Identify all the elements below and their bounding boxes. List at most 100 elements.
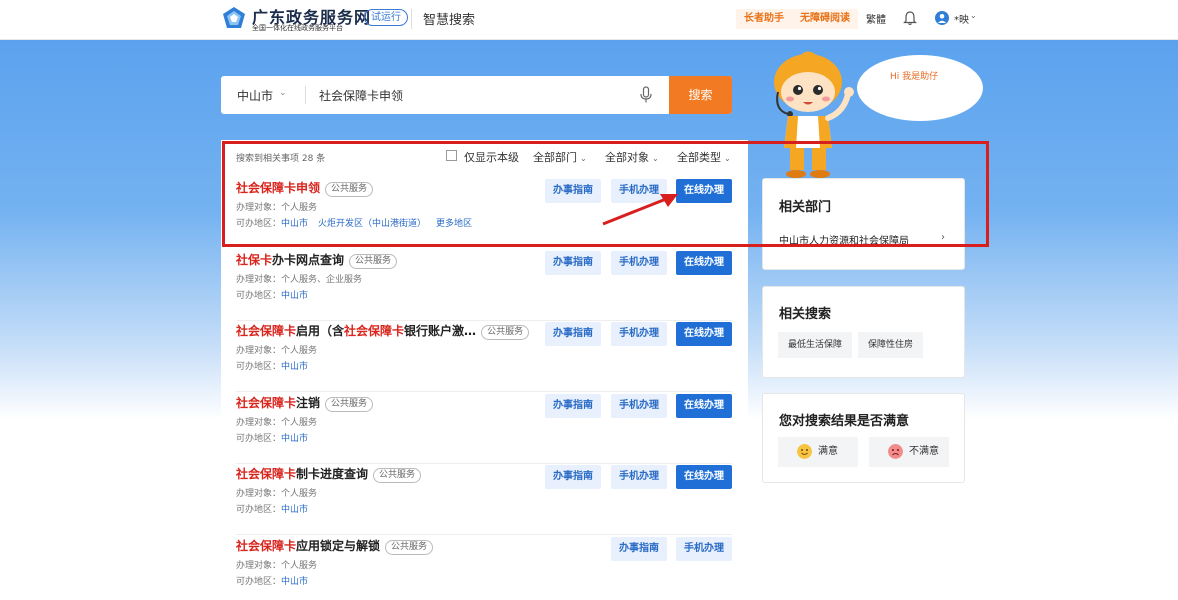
target-value: 个人服务、企业服务 bbox=[281, 275, 363, 285]
result-title-highlight: 社会保障卡 bbox=[236, 539, 297, 553]
bell-icon[interactable] bbox=[903, 10, 917, 26]
guide-button[interactable]: 办事指南 bbox=[545, 251, 601, 275]
related-search-tag[interactable]: 最低生活保障 bbox=[778, 332, 853, 358]
result-areas: 可办地区：中山市 bbox=[236, 502, 318, 515]
target-value: 个人服务 bbox=[281, 489, 318, 499]
accessible-reading-button[interactable]: 无障碍阅读 bbox=[792, 9, 858, 29]
area-link[interactable]: 中山市 bbox=[281, 291, 308, 301]
target-prefix: 办理对象： bbox=[236, 489, 282, 499]
service-type-tag: 公共服务 bbox=[481, 325, 530, 340]
satisfaction-card: 您对搜索结果是否满意 满意 不满意 bbox=[762, 393, 965, 483]
traditional-chinese-button[interactable]: 繁體 bbox=[866, 11, 886, 26]
target-prefix: 办理对象： bbox=[236, 275, 282, 285]
user-name[interactable]: *映 bbox=[954, 11, 969, 26]
online-button[interactable]: 在线办理 bbox=[676, 465, 732, 489]
online-button[interactable]: 在线办理 bbox=[676, 322, 732, 346]
result-divider bbox=[236, 391, 732, 392]
area-prefix: 可办地区： bbox=[236, 434, 282, 444]
result-divider bbox=[236, 320, 732, 321]
mascot-speech-bubble[interactable] bbox=[857, 55, 983, 121]
result-item: 社会保障卡应用锁定与解锁 公共服务 办理对象：个人服务 可办地区：中山市 办事指南… bbox=[236, 537, 736, 600]
result-areas: 可办地区：中山市 bbox=[236, 359, 318, 372]
result-title[interactable]: 社会保障卡注销 公共服务 bbox=[236, 394, 374, 412]
online-button[interactable]: 在线办理 bbox=[676, 251, 732, 275]
related-search-card: 相关搜索 最低生活保障 保障性住房 bbox=[762, 286, 965, 378]
result-target: 办理对象：个人服务、企业服务 bbox=[236, 272, 362, 285]
result-title[interactable]: 社会保障卡应用锁定与解锁 公共服务 bbox=[236, 537, 434, 555]
frown-icon bbox=[888, 444, 903, 459]
result-target: 办理对象：个人服务 bbox=[236, 486, 317, 499]
target-value: 个人服务 bbox=[281, 346, 318, 356]
annotation-arrow-icon bbox=[602, 194, 678, 226]
unsatisfied-label: 不满意 bbox=[909, 446, 939, 457]
section-title: 智慧搜索 bbox=[423, 13, 476, 28]
target-prefix: 办理对象： bbox=[236, 561, 282, 571]
result-title[interactable]: 社会保障卡制卡进度查询 公共服务 bbox=[236, 465, 422, 483]
mobile-button[interactable]: 手机办理 bbox=[611, 251, 667, 275]
area-prefix: 可办地区： bbox=[236, 505, 282, 515]
guide-button[interactable]: 办事指南 bbox=[611, 537, 667, 561]
search-input[interactable] bbox=[319, 84, 639, 106]
result-title-text: 银行账户激… bbox=[404, 324, 477, 338]
result-target: 办理对象：个人服务 bbox=[236, 415, 317, 428]
result-title-text: 制卡进度查询 bbox=[296, 467, 369, 481]
result-title-highlight: 社会保障卡 bbox=[344, 324, 405, 338]
top-bar: 广东政务服务网 全国一体化在线政务服务平台 试运行 智慧搜索 长者助手 无障碍阅… bbox=[0, 0, 1178, 40]
service-type-tag: 公共服务 bbox=[385, 540, 434, 555]
elder-helper-button[interactable]: 长者助手 bbox=[736, 9, 792, 29]
result-title[interactable]: 社保卡办卡网点查询 公共服务 bbox=[236, 251, 398, 269]
area-prefix: 可办地区： bbox=[236, 291, 282, 301]
satisfied-button[interactable]: 满意 bbox=[778, 437, 858, 467]
service-type-tag: 公共服务 bbox=[373, 468, 422, 483]
related-search-title: 相关搜索 bbox=[779, 307, 832, 322]
result-divider bbox=[236, 463, 732, 464]
result-title-highlight: 社会保障卡 bbox=[236, 467, 297, 481]
result-item: 社保卡办卡网点查询 公共服务 办理对象：个人服务、企业服务 可办地区：中山市 办事… bbox=[236, 251, 736, 321]
guide-button[interactable]: 办事指南 bbox=[545, 322, 601, 346]
target-value: 个人服务 bbox=[281, 418, 318, 428]
result-title-highlight: 社会保障卡 bbox=[236, 396, 297, 410]
target-prefix: 办理对象： bbox=[236, 346, 282, 356]
logo-icon[interactable] bbox=[222, 6, 246, 30]
mobile-button[interactable]: 手机办理 bbox=[611, 322, 667, 346]
search-button[interactable]: 搜索 bbox=[669, 76, 732, 114]
result-title-text: 办卡网点查询 bbox=[272, 253, 345, 267]
mobile-button[interactable]: 手机办理 bbox=[611, 465, 667, 489]
guide-button[interactable]: 办事指南 bbox=[545, 394, 601, 418]
satisfaction-title: 您对搜索结果是否满意 bbox=[779, 414, 910, 429]
mobile-button[interactable]: 手机办理 bbox=[611, 394, 667, 418]
search-divider bbox=[305, 86, 306, 104]
satisfied-label: 满意 bbox=[818, 446, 838, 457]
chevron-down-icon[interactable]: ⌄ bbox=[279, 88, 287, 98]
result-title[interactable]: 社会保障卡启用（含社会保障卡银行账户激… 公共服务 bbox=[236, 322, 530, 340]
result-areas: 可办地区：中山市 bbox=[236, 574, 318, 587]
mobile-button[interactable]: 手机办理 bbox=[676, 537, 732, 561]
chevron-down-icon[interactable]: ⌄ bbox=[970, 11, 977, 20]
user-avatar-icon[interactable] bbox=[935, 11, 949, 25]
service-type-tag: 公共服务 bbox=[325, 397, 374, 412]
result-title-text: 启用（含 bbox=[296, 324, 345, 338]
area-link[interactable]: 中山市 bbox=[281, 434, 308, 444]
result-target: 办理对象：个人服务 bbox=[236, 558, 317, 571]
area-link[interactable]: 中山市 bbox=[281, 505, 308, 515]
area-link[interactable]: 中山市 bbox=[281, 362, 308, 372]
microphone-icon[interactable] bbox=[639, 86, 653, 104]
mascot-greeting: Hi 我是助仔 bbox=[890, 72, 939, 82]
guide-button[interactable]: 办事指南 bbox=[545, 465, 601, 489]
city-select[interactable]: 中山市 bbox=[237, 87, 273, 104]
online-button[interactable]: 在线办理 bbox=[676, 394, 732, 418]
result-title-highlight: 社保卡 bbox=[236, 253, 273, 267]
search-bar: 中山市 ⌄ 搜索 bbox=[221, 76, 732, 114]
result-target: 办理对象：个人服务 bbox=[236, 343, 317, 356]
trial-badge: 试运行 bbox=[364, 9, 408, 26]
result-areas: 可办地区：中山市 bbox=[236, 288, 318, 301]
result-item: 社会保障卡制卡进度查询 公共服务 办理对象：个人服务 可办地区：中山市 办事指南 … bbox=[236, 465, 736, 535]
unsatisfied-button[interactable]: 不满意 bbox=[869, 437, 949, 467]
area-link[interactable]: 中山市 bbox=[281, 577, 308, 587]
related-search-tag[interactable]: 保障性住房 bbox=[858, 332, 924, 358]
target-value: 个人服务 bbox=[281, 561, 318, 571]
result-areas: 可办地区：中山市 bbox=[236, 431, 318, 444]
logo-subtitle: 全国一体化在线政务服务平台 bbox=[252, 24, 343, 32]
result-title-text: 应用锁定与解锁 bbox=[296, 539, 381, 553]
result-title-text: 注销 bbox=[296, 396, 321, 410]
